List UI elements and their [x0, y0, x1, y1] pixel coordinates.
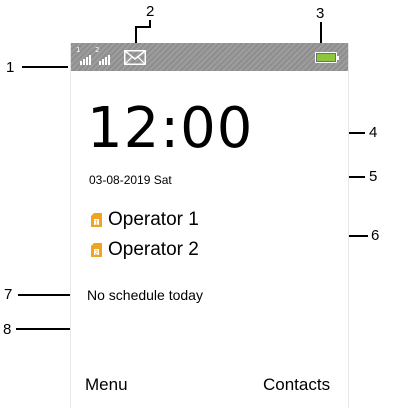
svg-text:1: 1: [95, 219, 99, 226]
sim2-card-icon: 2: [91, 243, 102, 257]
callout-5: 5: [369, 168, 378, 185]
operator-row-1: 1 Operator 1: [91, 208, 199, 232]
operator-1-name: Operator 1: [108, 209, 199, 230]
sim1-indicator: 1: [76, 46, 81, 54]
svg-text:2: 2: [95, 249, 99, 256]
callout-2: 2: [146, 3, 155, 20]
callout-1: 1: [6, 59, 15, 76]
message-envelope-icon: [124, 50, 146, 65]
contacts-softkey[interactable]: Contacts: [263, 375, 330, 395]
sim1-card-icon: 1: [91, 213, 102, 227]
phone-screen: 1 2 12:00 03-08-2019 Sat 1 Operator 1 2 …: [70, 43, 349, 408]
sim2-indicator: 2: [95, 46, 100, 54]
signal-sim2-icon: 2: [95, 46, 113, 65]
callout-8: 8: [3, 321, 12, 338]
status-bar: 1 2: [71, 43, 348, 71]
menu-softkey[interactable]: Menu: [85, 375, 128, 395]
battery-level: [317, 54, 335, 61]
callout-4: 4: [369, 124, 378, 141]
battery-icon: [315, 52, 339, 63]
operator-row-2: 2 Operator 2: [91, 238, 199, 262]
callout-3: 3: [316, 5, 325, 22]
schedule-status: No schedule today: [87, 287, 203, 303]
signal-sim1-icon: 1: [76, 46, 94, 65]
operator-2-name: Operator 2: [108, 239, 199, 260]
clock-time: 12:00: [87, 96, 254, 161]
callout-7: 7: [4, 286, 13, 303]
callout-6: 6: [371, 227, 380, 244]
clock-date: 03-08-2019 Sat: [89, 173, 172, 187]
